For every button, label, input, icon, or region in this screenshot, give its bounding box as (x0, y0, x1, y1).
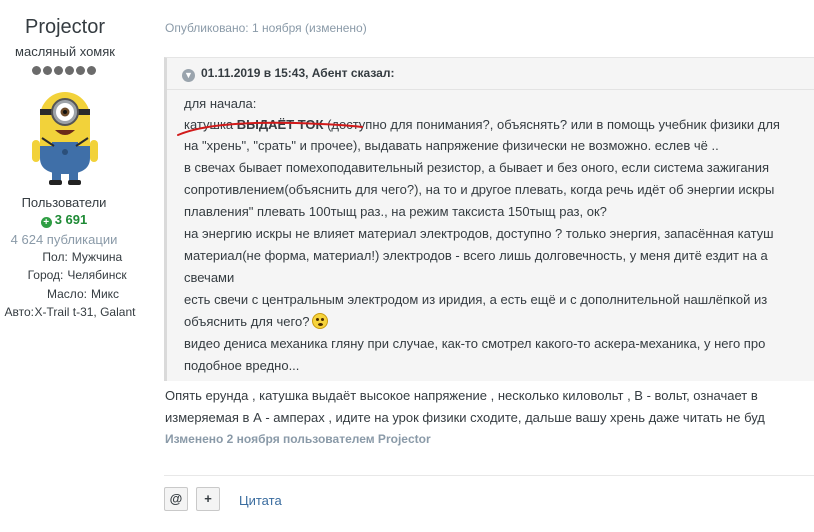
post-line: измеряемая в А - амперах , идите на урок… (165, 410, 765, 425)
info-value: Мужчина (71, 250, 123, 264)
quote-header: ▼ 01.11.2019 в 15:43, Абент сказал: (182, 66, 394, 82)
rank-dot (54, 66, 63, 75)
plus-circle-icon: + (40, 217, 52, 228)
info-row-city: Город: Челябинск (0, 268, 140, 282)
reputation-value: 3 691 (54, 212, 88, 227)
info-row-gender: Пол: Мужчина (0, 250, 140, 264)
quote-divider (167, 89, 814, 90)
quote-text: объяснить для чего? (184, 314, 310, 329)
info-value: Челябинск (67, 268, 127, 282)
quote-line: на энергию искры не влияет материал элек… (184, 226, 774, 241)
quote-line: для начала: (184, 96, 257, 111)
author-group: Пользователи (21, 195, 107, 210)
info-label: Авто: (4, 305, 35, 319)
quote-button[interactable]: Цитата (239, 493, 282, 508)
rank-dots (32, 66, 96, 75)
quote-line: видео дениса механика гляну при случае, … (184, 336, 766, 351)
quote-line: на "хрень", "срать" и прочее), выдавать … (184, 138, 719, 153)
rank-dot (32, 66, 41, 75)
post-line: Опять ерунда , катушка выдаёт высокое на… (165, 388, 758, 403)
quote-line: катушка ВЫДАЁТ ТОК (доступно для пониман… (184, 116, 780, 134)
info-row-oil: Масло: Микс (0, 287, 140, 301)
chevron-down-icon[interactable]: ▼ (182, 69, 195, 82)
quote-author[interactable]: 01.11.2019 в 15:43, Абент сказал: (201, 66, 394, 80)
rank-dot (87, 66, 96, 75)
mention-button[interactable]: @ (164, 487, 188, 511)
post-meta: Опубликовано: 1 ноября (изменено) (165, 21, 367, 35)
rank-dot (43, 66, 52, 75)
quote-line: свечами (184, 270, 235, 285)
author-rank: масляный хомяк (15, 44, 115, 59)
info-label: Пол: (42, 250, 68, 264)
quote-line: в свечах бывает помехоподавительный рези… (184, 160, 770, 175)
info-label: Масло: (47, 287, 87, 301)
info-row-car: Авто:X-Trail t-31, Galant (0, 305, 140, 319)
post-count[interactable]: 4 624 публикации (0, 232, 128, 247)
info-label: Город: (27, 268, 64, 282)
rank-dot (76, 66, 85, 75)
avatar[interactable] (28, 86, 102, 186)
info-value: Микс (90, 287, 120, 301)
quote-line: объяснить для чего? (184, 313, 329, 331)
smiley-icon (312, 313, 329, 329)
quote-line: плавления" плевать 100тыщ раз., на режим… (184, 204, 607, 219)
quote-text: (доступно для понимания?, объяснять? или… (323, 117, 780, 132)
edited-note: Изменено 2 ноября пользователем Projecto… (165, 432, 431, 446)
quote-line: материал(не форма, материал!) электродов… (184, 248, 768, 263)
quote-line: подобное вредно... (184, 358, 300, 373)
multiquote-add-button[interactable]: + (196, 487, 220, 511)
quote-line: сопротивлением(объяснить для чего?), на … (184, 182, 775, 197)
reputation-badge: +3 691 (0, 212, 128, 228)
quote-text: катушка (184, 117, 237, 132)
info-value: X-Trail t-31, Galant (34, 305, 136, 319)
quote-line: есть свечи с центральным электродом из и… (184, 292, 768, 307)
quote-block: ▼ 01.11.2019 в 15:43, Абент сказал: для н… (164, 57, 814, 381)
rank-dot (65, 66, 74, 75)
post-footer-divider (164, 475, 814, 476)
author-name[interactable]: Projector (0, 16, 130, 39)
quote-bold-text: ВЫДАЁТ ТОК (236, 117, 324, 132)
